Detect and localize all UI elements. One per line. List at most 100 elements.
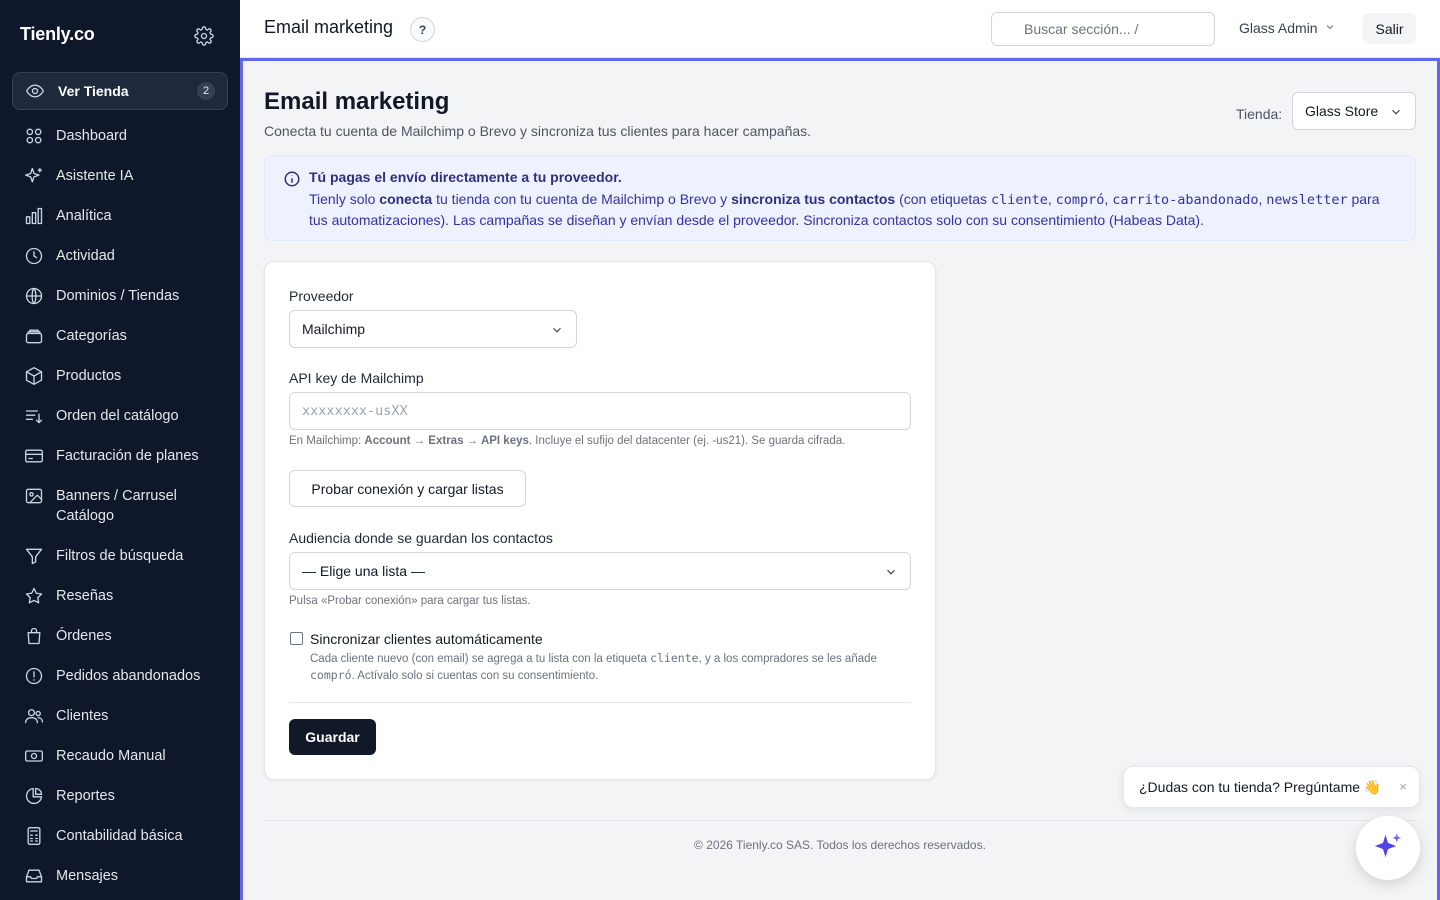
info-banner-body: Tienly solo conecta tu tienda con tu cue… — [309, 189, 1399, 230]
sidebar-item-reportes[interactable]: Reportes — [12, 776, 228, 816]
store-select-label: Tienda: — [1236, 106, 1283, 122]
tag-code: cliente — [990, 192, 1048, 208]
sidebar-item-ordenes[interactable]: Órdenes — [12, 616, 228, 656]
audience-select[interactable]: — Elige una lista — — [289, 552, 911, 590]
ai-assistant-button[interactable] — [1356, 816, 1420, 880]
users-icon — [24, 706, 44, 726]
sidebar-item-label: Orden del catálogo — [56, 408, 179, 424]
sidebar-item-contabilidad[interactable]: Contabilidad básica — [12, 816, 228, 856]
sync-checkbox-label[interactable]: Sincronizar clientes automáticamente — [310, 631, 543, 647]
hint-path: Account → Extras → API keys — [364, 435, 529, 447]
layers-icon — [24, 326, 44, 346]
sidebar-item-mensajes[interactable]: Mensajes — [12, 856, 228, 896]
audience-select-value: — Elige una lista — — [302, 563, 425, 579]
tag-code: compró — [310, 668, 352, 682]
chat-prompt-text: ¿Dudas con tu tienda? Pregúntame 👋 — [1139, 778, 1382, 795]
chat-prompt-bubble[interactable]: ¿Dudas con tu tienda? Pregúntame 👋 × — [1123, 766, 1420, 808]
sidebar-item-label: Actividad — [56, 248, 115, 264]
topbar: Email marketing ? Buscar sección... / Gl… — [240, 0, 1440, 58]
sidebar-item-label: Analítica — [56, 208, 112, 224]
sidebar-item-filtros[interactable]: Filtros de búsqueda — [12, 536, 228, 576]
alert-circle-icon — [24, 666, 44, 686]
sidebar-nav: Dashboard Asistente IA Analítica Activid… — [12, 116, 228, 896]
sidebar-item-dashboard[interactable]: Dashboard — [12, 116, 228, 156]
sidebar-item-productos[interactable]: Productos — [12, 356, 228, 396]
chevron-down-icon — [550, 323, 564, 340]
api-key-input[interactable]: xxxxxxxx-usXX — [289, 392, 911, 430]
info-bold: sincroniza tus contactos — [731, 191, 896, 207]
sidebar-item-clientes[interactable]: Clientes — [12, 696, 228, 736]
hint-text: . Incluye el sufijo del datacenter (ej. … — [528, 435, 846, 447]
tag-code: newsletter — [1266, 192, 1348, 208]
sidebar-item-categorias[interactable]: Categorías — [12, 316, 228, 356]
store-select[interactable]: Glass Store — [1292, 92, 1416, 130]
calculator-icon — [24, 826, 44, 846]
ver-tienda-count-badge: 2 — [197, 82, 215, 100]
gear-icon[interactable] — [194, 26, 214, 46]
page-title: Email marketing — [264, 88, 450, 115]
api-key-hint: En Mailchimp: Account → Extras → API key… — [289, 435, 845, 447]
sidebar-item-label: Contabilidad básica — [56, 828, 183, 844]
tag-code: cliente — [650, 651, 699, 665]
sidebar-item-label: Filtros de búsqueda — [56, 548, 184, 564]
search-input[interactable]: Buscar sección... / — [991, 12, 1215, 46]
sort-list-icon — [24, 406, 44, 426]
globe-icon — [24, 286, 44, 306]
sidebar-item-label: Dominios / Tiendas — [56, 288, 180, 304]
email-settings-card: Proveedor Mailchimp API key de Mailchimp… — [264, 261, 936, 780]
info-banner-title: Tú pagas el envío directamente a tu prov… — [309, 169, 622, 185]
info-text: (con etiquetas — [895, 191, 991, 207]
info-bold: conecta — [379, 191, 433, 207]
topbar-title: Email marketing — [264, 17, 394, 37]
sidebar-item-facturacion[interactable]: Facturación de planes — [12, 436, 228, 476]
page-subtitle: Conecta tu cuenta de Mailchimp o Brevo y… — [264, 123, 812, 139]
box-icon — [24, 366, 44, 386]
close-icon[interactable]: × — [1399, 779, 1407, 794]
info-text: , — [1047, 191, 1056, 207]
help-button[interactable]: ? — [410, 17, 435, 42]
shopping-bag-icon — [24, 626, 44, 646]
sidebar-item-resenas[interactable]: Reseñas — [12, 576, 228, 616]
sidebar-item-label: Categorías — [56, 328, 127, 344]
test-connection-button[interactable]: Probar conexión y cargar listas — [289, 470, 526, 507]
sidebar-item-orden-catalogo[interactable]: Orden del catálogo — [12, 396, 228, 436]
sidebar-item-label: Banners / Carrusel Catálogo — [56, 488, 177, 524]
sidebar-item-dominios[interactable]: Dominios / Tiendas — [12, 276, 228, 316]
audience-hint: Pulsa «Probar conexión» para cargar tus … — [289, 595, 531, 607]
sidebar-item-pedidos-abandonados[interactable]: Pedidos abandonados — [12, 656, 228, 696]
sidebar-item-banners[interactable]: Banners / Carrusel Catálogo — [12, 476, 228, 536]
chevron-down-icon — [1324, 20, 1336, 36]
dashboard-icon — [24, 126, 44, 146]
ver-tienda-button[interactable]: Ver Tienda 2 — [12, 72, 228, 110]
ver-tienda-label: Ver Tienda — [58, 83, 129, 99]
inbox-icon — [24, 866, 44, 886]
sidebar-item-actividad[interactable]: Actividad — [12, 236, 228, 276]
store-select-value: Glass Store — [1305, 103, 1379, 119]
provider-select-value: Mailchimp — [302, 321, 366, 337]
info-text: tu tienda con tu cuenta de Mailchimp o B… — [432, 191, 732, 207]
brand-logo[interactable]: Tienly.co — [20, 24, 95, 45]
footer-divider — [264, 820, 1416, 821]
sidebar-item-asistente-ia[interactable]: Asistente IA — [12, 156, 228, 196]
sync-checkbox[interactable] — [290, 632, 303, 645]
provider-label: Proveedor — [289, 288, 354, 304]
sidebar-item-label: Reportes — [56, 788, 115, 804]
cash-icon — [24, 746, 44, 766]
sidebar-item-label: Productos — [56, 368, 122, 384]
provider-select[interactable]: Mailchimp — [289, 310, 577, 348]
sidebar-item-label: Facturación de planes — [56, 448, 199, 464]
eye-icon — [25, 81, 45, 101]
sidebar-item-label: Dashboard — [56, 128, 127, 144]
sidebar-item-analitica[interactable]: Analítica — [12, 196, 228, 236]
image-icon — [24, 486, 44, 506]
chevron-down-icon — [884, 565, 898, 582]
sidebar-item-recaudo-manual[interactable]: Recaudo Manual — [12, 736, 228, 776]
info-icon — [283, 170, 301, 188]
chevron-down-icon — [1389, 105, 1403, 122]
user-menu[interactable]: Glass Admin — [1239, 20, 1336, 36]
sidebar-item-label: Reseñas — [56, 588, 114, 604]
save-button[interactable]: Guardar — [289, 719, 376, 755]
logout-button[interactable]: Salir — [1363, 13, 1416, 44]
sidebar-item-label: Asistente IA — [56, 168, 134, 184]
sidebar-item-label: Pedidos abandonados — [56, 668, 201, 684]
